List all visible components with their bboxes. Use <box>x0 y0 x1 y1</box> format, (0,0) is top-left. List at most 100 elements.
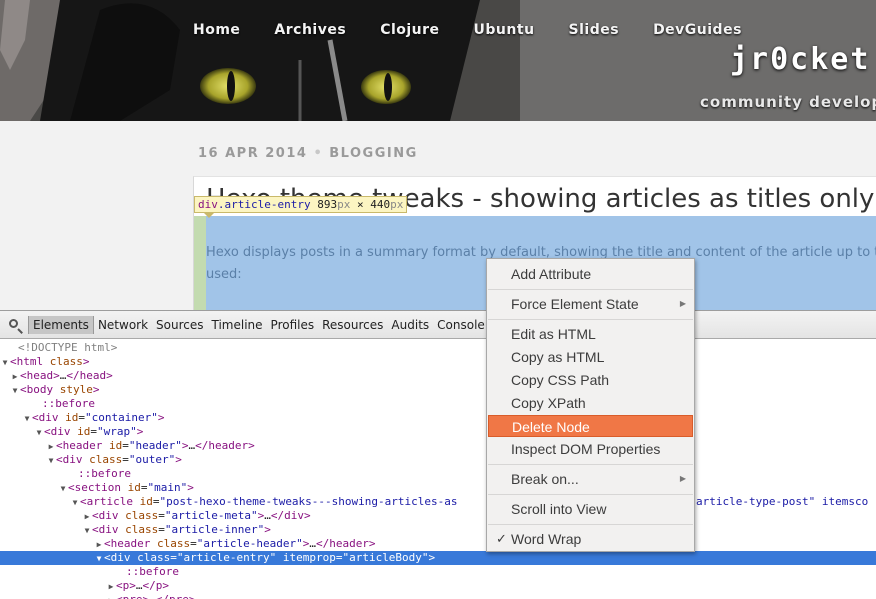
tab-elements[interactable]: Elements <box>28 315 94 334</box>
dom-node-markup: <head>…</head> <box>20 369 113 382</box>
dom-node-markup: <body style> <box>20 383 100 396</box>
dom-node-row[interactable]: ▼ <html class> <box>0 355 876 369</box>
menu-separator <box>488 319 693 320</box>
menu-item-label: Edit as HTML <box>511 326 596 342</box>
dom-node-row[interactable]: ▶ <p>…</p> <box>0 579 876 593</box>
dom-node-row[interactable]: ▼ <div class="article-inner"> <box>0 523 876 537</box>
tab-sources[interactable]: Sources <box>152 316 207 334</box>
dom-node-row[interactable]: <!DOCTYPE html> <box>0 341 876 355</box>
collapse-triangle-icon[interactable]: ▶ <box>94 538 104 552</box>
expand-triangle-icon[interactable]: ▼ <box>82 524 92 538</box>
dom-node-row[interactable]: ▶ <head>…</head> <box>0 369 876 383</box>
menu-item-force-element-state[interactable]: Force Element State ▶ <box>488 293 693 315</box>
menu-item-word-wrap[interactable]: Word Wrap ✓ <box>488 528 693 550</box>
tooltip-unit: px <box>337 198 351 211</box>
tab-profiles[interactable]: Profiles <box>267 316 319 334</box>
menu-item-copy-xpath[interactable]: Copy XPath <box>488 392 693 414</box>
menu-item-label: Force Element State <box>511 296 639 312</box>
nav-slides-link[interactable]: Slides <box>569 22 620 38</box>
tooltip-arrow <box>204 213 214 218</box>
nav-ubuntu-link[interactable]: Ubuntu <box>474 22 535 38</box>
tooltip-height: 440 <box>370 198 391 211</box>
site-brand[interactable]: jr0cket <box>730 42 870 77</box>
dom-node-row[interactable]: ::before <box>0 565 876 579</box>
dom-node-markup: <article id="post-hexo-theme-tweaks---sh… <box>80 495 458 508</box>
dom-node-row[interactable]: ::before <box>0 397 876 411</box>
search-icon[interactable] <box>4 313 28 337</box>
expand-triangle-icon[interactable]: ▼ <box>34 426 44 440</box>
expand-triangle-icon[interactable]: ▼ <box>10 384 20 398</box>
expand-triangle-icon[interactable]: ▼ <box>58 482 68 496</box>
menu-separator <box>488 464 693 465</box>
submenu-arrow-icon: ▶ <box>679 299 686 308</box>
menu-item-label: Copy CSS Path <box>511 372 610 388</box>
menu-item-add-attribute[interactable]: Add Attribute <box>488 263 693 285</box>
tab-timeline[interactable]: Timeline <box>208 316 267 334</box>
menu-item-copy-css-path[interactable]: Copy CSS Path <box>488 369 693 391</box>
dom-node-row-selected[interactable]: ▼ <div class="article-entry" itemprop="ar… <box>0 551 876 565</box>
menu-item-label: Delete Node <box>512 419 590 435</box>
menu-item-inspect-dom-properties[interactable]: Inspect DOM Properties <box>488 438 693 460</box>
article-category[interactable]: BLOGGING <box>329 146 418 161</box>
menu-item-delete-node[interactable]: Delete Node <box>488 415 693 437</box>
header-banner: Home Archives Clojure Ubuntu Slides DevG… <box>0 0 876 121</box>
nav-clojure-link[interactable]: Clojure <box>380 22 439 38</box>
collapse-triangle-icon[interactable]: ▶ <box>106 594 116 599</box>
expand-triangle-icon[interactable]: ▼ <box>94 552 104 566</box>
dom-node-row[interactable]: ▶ <header id="header">…</header> <box>0 439 876 453</box>
collapse-triangle-icon[interactable]: ▶ <box>82 510 92 524</box>
menu-item-label: Copy XPath <box>511 395 586 411</box>
checkmark-icon: ✓ <box>496 531 507 546</box>
tab-resources[interactable]: Resources <box>318 316 387 334</box>
dom-node-row[interactable]: ▼ <section id="main"> <box>0 481 876 495</box>
collapse-triangle-icon[interactable]: ▶ <box>46 440 56 454</box>
webpage-viewport: Home Archives Clojure Ubuntu Slides DevG… <box>0 0 876 310</box>
dom-node-row[interactable]: ▶<pre>…</pre> <box>0 593 876 599</box>
article-attr-tail: article-type-post" itemsco <box>696 495 869 508</box>
dom-node-markup: <header id="header">…</header> <box>56 439 255 452</box>
dom-node-row[interactable]: ▶ <div class="article-meta">…</div> <box>0 509 876 523</box>
nav-archives-link[interactable]: Archives <box>274 22 346 38</box>
nav-devguides-link[interactable]: DevGuides <box>653 22 742 38</box>
tab-audits[interactable]: Audits <box>387 316 433 334</box>
tooltip-unit: px <box>390 198 404 211</box>
dom-node-row[interactable]: ▼ <div class="outer"> <box>0 453 876 467</box>
dom-node-row[interactable]: ▼ <div id="wrap"> <box>0 425 876 439</box>
collapse-triangle-icon[interactable]: ▶ <box>10 370 20 384</box>
dom-node-markup: <div class="outer"> <box>56 453 182 466</box>
menu-item-copy-as-html[interactable]: Copy as HTML <box>488 346 693 368</box>
tab-network[interactable]: Network <box>94 316 152 334</box>
expand-triangle-icon[interactable]: ▼ <box>0 356 10 370</box>
collapse-triangle-icon[interactable]: ▶ <box>106 580 116 594</box>
dom-tree-overflow-text: article-type-post" itemsco <box>696 495 868 509</box>
menu-item-label: Scroll into View <box>511 501 607 517</box>
dom-node-markup: <section id="main"> <box>68 481 194 494</box>
menu-item-scroll-into-view[interactable]: Scroll into View <box>488 498 693 520</box>
dom-node-row[interactable]: ▼ <div id="container"> <box>0 411 876 425</box>
dom-node-markup: <div id="wrap"> <box>44 425 144 438</box>
menu-separator <box>488 524 693 525</box>
dom-node-markup: <div class="article-entry" itemprop="art… <box>104 551 436 564</box>
dom-node-row[interactable]: ::before <box>0 467 876 481</box>
dom-node-markup: <div id="container"> <box>32 411 165 424</box>
expand-triangle-icon[interactable]: ▼ <box>70 496 80 510</box>
dom-node-markup: <div class="article-meta">…</div> <box>92 509 311 522</box>
expand-triangle-icon[interactable]: ▼ <box>46 454 56 468</box>
tooltip-class: .article-entry <box>217 198 311 211</box>
menu-item-label: Copy as HTML <box>511 349 605 365</box>
menu-item-edit-as-html[interactable]: Edit as HTML <box>488 323 693 345</box>
nav-home-link[interactable]: Home <box>193 22 240 38</box>
menu-item-label: Word Wrap <box>511 531 582 547</box>
menu-item-label: Add Attribute <box>511 266 592 282</box>
submenu-arrow-icon: ▶ <box>679 474 686 483</box>
tab-console[interactable]: Console <box>433 316 489 334</box>
dom-node-row[interactable]: ▼ <body style> <box>0 383 876 397</box>
dom-node-markup: <header class="article-header">…</header… <box>104 537 376 550</box>
menu-separator <box>488 289 693 290</box>
menu-item-break-on[interactable]: Break on... ▶ <box>488 468 693 490</box>
dom-node-row[interactable]: ▶ <header class="article-header">…</heade… <box>0 537 876 551</box>
expand-triangle-icon[interactable]: ▼ <box>22 412 32 426</box>
dom-node-markup: <html class> <box>10 355 90 368</box>
article-meta: 16 APR 2014 • BLOGGING <box>198 146 418 161</box>
article-date[interactable]: 16 APR 2014 <box>198 146 307 161</box>
